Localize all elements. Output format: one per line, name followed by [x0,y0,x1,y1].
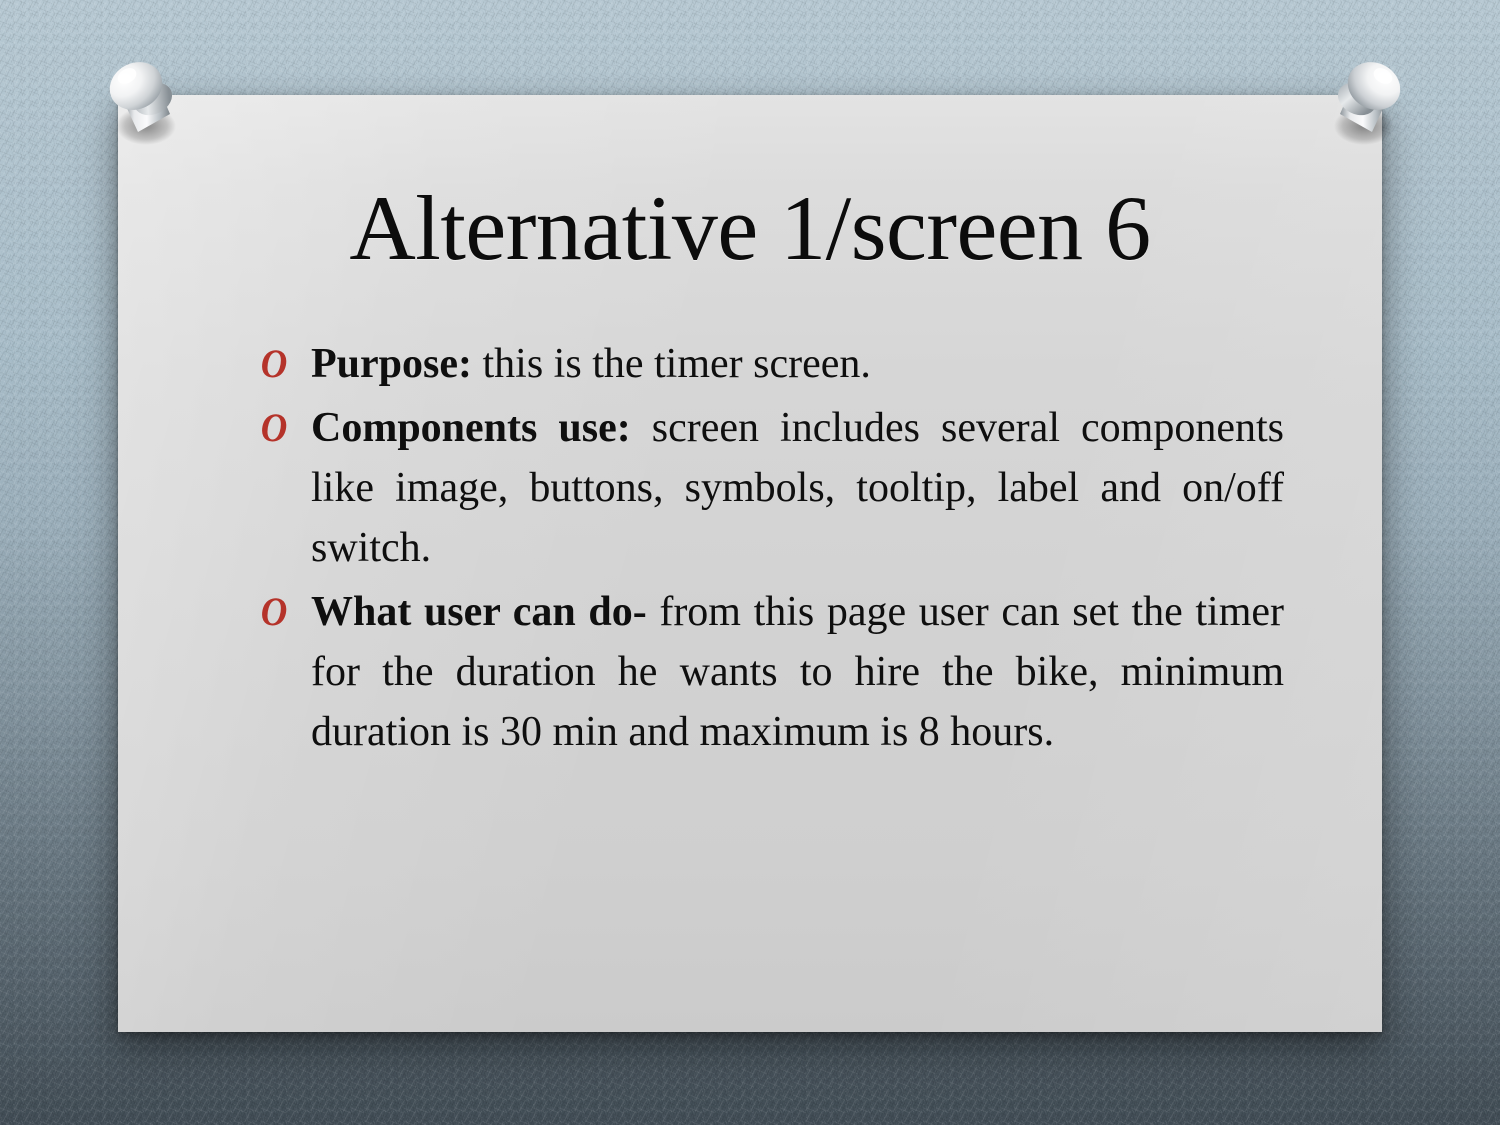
slide-content: Alternative 1/screen 6 O Purpose: this i… [0,0,1500,1125]
bullet-list: O Purpose: this is the timer screen. O C… [258,334,1284,766]
bullet-marker-icon: O [260,341,288,386]
slide-title: Alternative 1/screen 6 [349,177,1151,279]
bullet-lead-3: What user can do- [311,589,647,635]
bullet-lead-1: Purpose: [311,341,472,387]
bullet-text-2: Components use: screen includes several … [311,398,1284,578]
bullet-item-2: O Components use: screen includes severa… [258,398,1284,578]
slide-canvas: Alternative 1/screen 6 O Purpose: this i… [0,0,1500,1125]
bullet-rest-1: this is the timer screen. [472,341,871,387]
bullet-lead-2: Components use: [311,405,631,451]
bullet-item-3: O What user can do- from this page user … [258,582,1284,762]
bullet-text-3: What user can do- from this page user ca… [311,582,1284,762]
bullet-marker-icon: O [260,405,288,450]
bullet-text-1: Purpose: this is the timer screen. [311,334,1284,394]
bullet-marker-icon: O [260,589,288,634]
bullet-item-1: O Purpose: this is the timer screen. [258,334,1284,394]
